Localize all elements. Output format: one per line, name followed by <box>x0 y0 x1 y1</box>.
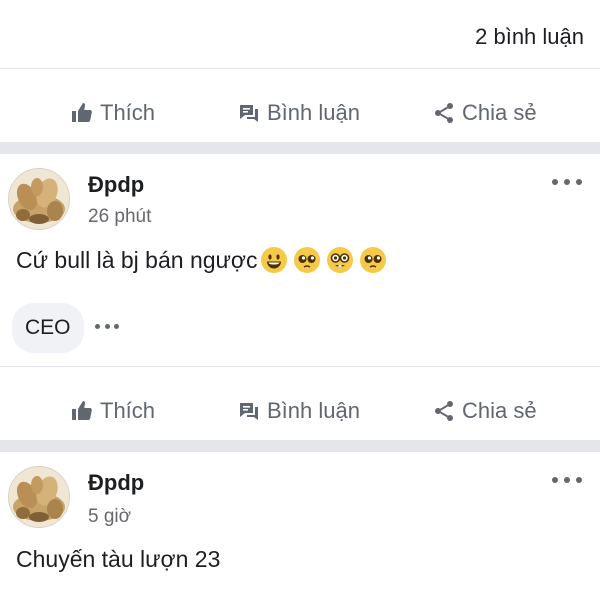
more-options-button[interactable] <box>552 172 582 192</box>
pleading-face-icon <box>359 246 387 274</box>
smiling-face-icon <box>260 246 288 274</box>
comment-label: Bình luận <box>267 100 360 125</box>
post-text: Chuyến tàu lượn 23 <box>16 546 221 572</box>
post-author[interactable]: Đpdp <box>88 470 144 496</box>
share-icon <box>432 399 456 423</box>
comment-button[interactable]: Bình luận <box>237 398 360 424</box>
comment-count-link[interactable]: 2 bình luận <box>475 24 584 50</box>
divider <box>0 68 600 69</box>
emoji-group <box>260 246 387 274</box>
share-button[interactable]: Chia sẻ <box>432 398 537 424</box>
post-action-bar: Thích Bình luận Chia sẻ <box>0 382 600 440</box>
post-separator <box>0 142 600 154</box>
comment-label: Bình luận <box>267 398 360 423</box>
post-text: Cứ bull là bj bán ngược <box>16 246 258 273</box>
post-body: Cứ bull là bj bán ngược <box>16 246 387 274</box>
comment-bubble-icon <box>237 399 261 423</box>
comment-bubble-icon <box>237 101 261 125</box>
post-author[interactable]: Đpdp <box>88 172 144 198</box>
post-action-bar: Thích Bình luận Chia sẻ <box>0 84 600 142</box>
share-label: Chia sẻ <box>462 398 537 423</box>
nerd-face-icon <box>326 246 354 274</box>
share-button[interactable]: Chia sẻ <box>432 100 537 126</box>
post-body: Chuyến tàu lượn 23 <box>16 546 220 573</box>
more-options-button[interactable] <box>552 470 582 490</box>
post-separator <box>0 440 600 452</box>
like-label: Thích <box>100 398 156 423</box>
pleading-face-icon <box>293 246 321 274</box>
avatar[interactable] <box>8 168 70 230</box>
share-icon <box>432 101 456 125</box>
divider <box>0 366 600 367</box>
post-timestamp[interactable]: 5 giờ <box>88 506 131 528</box>
thumbs-up-icon <box>70 399 94 423</box>
share-label: Chia sẻ <box>462 100 537 125</box>
comment-button[interactable]: Bình luận <box>237 100 360 126</box>
post-timestamp[interactable]: 26 phút <box>88 206 151 228</box>
thumbs-up-icon <box>70 101 94 125</box>
like-button[interactable]: Thích <box>70 100 155 126</box>
like-button[interactable]: Thích <box>70 398 155 424</box>
avatar[interactable] <box>8 466 70 528</box>
like-label: Thích <box>100 100 156 125</box>
role-badge[interactable]: CEO <box>12 303 84 353</box>
more-options-button[interactable] <box>95 324 119 330</box>
